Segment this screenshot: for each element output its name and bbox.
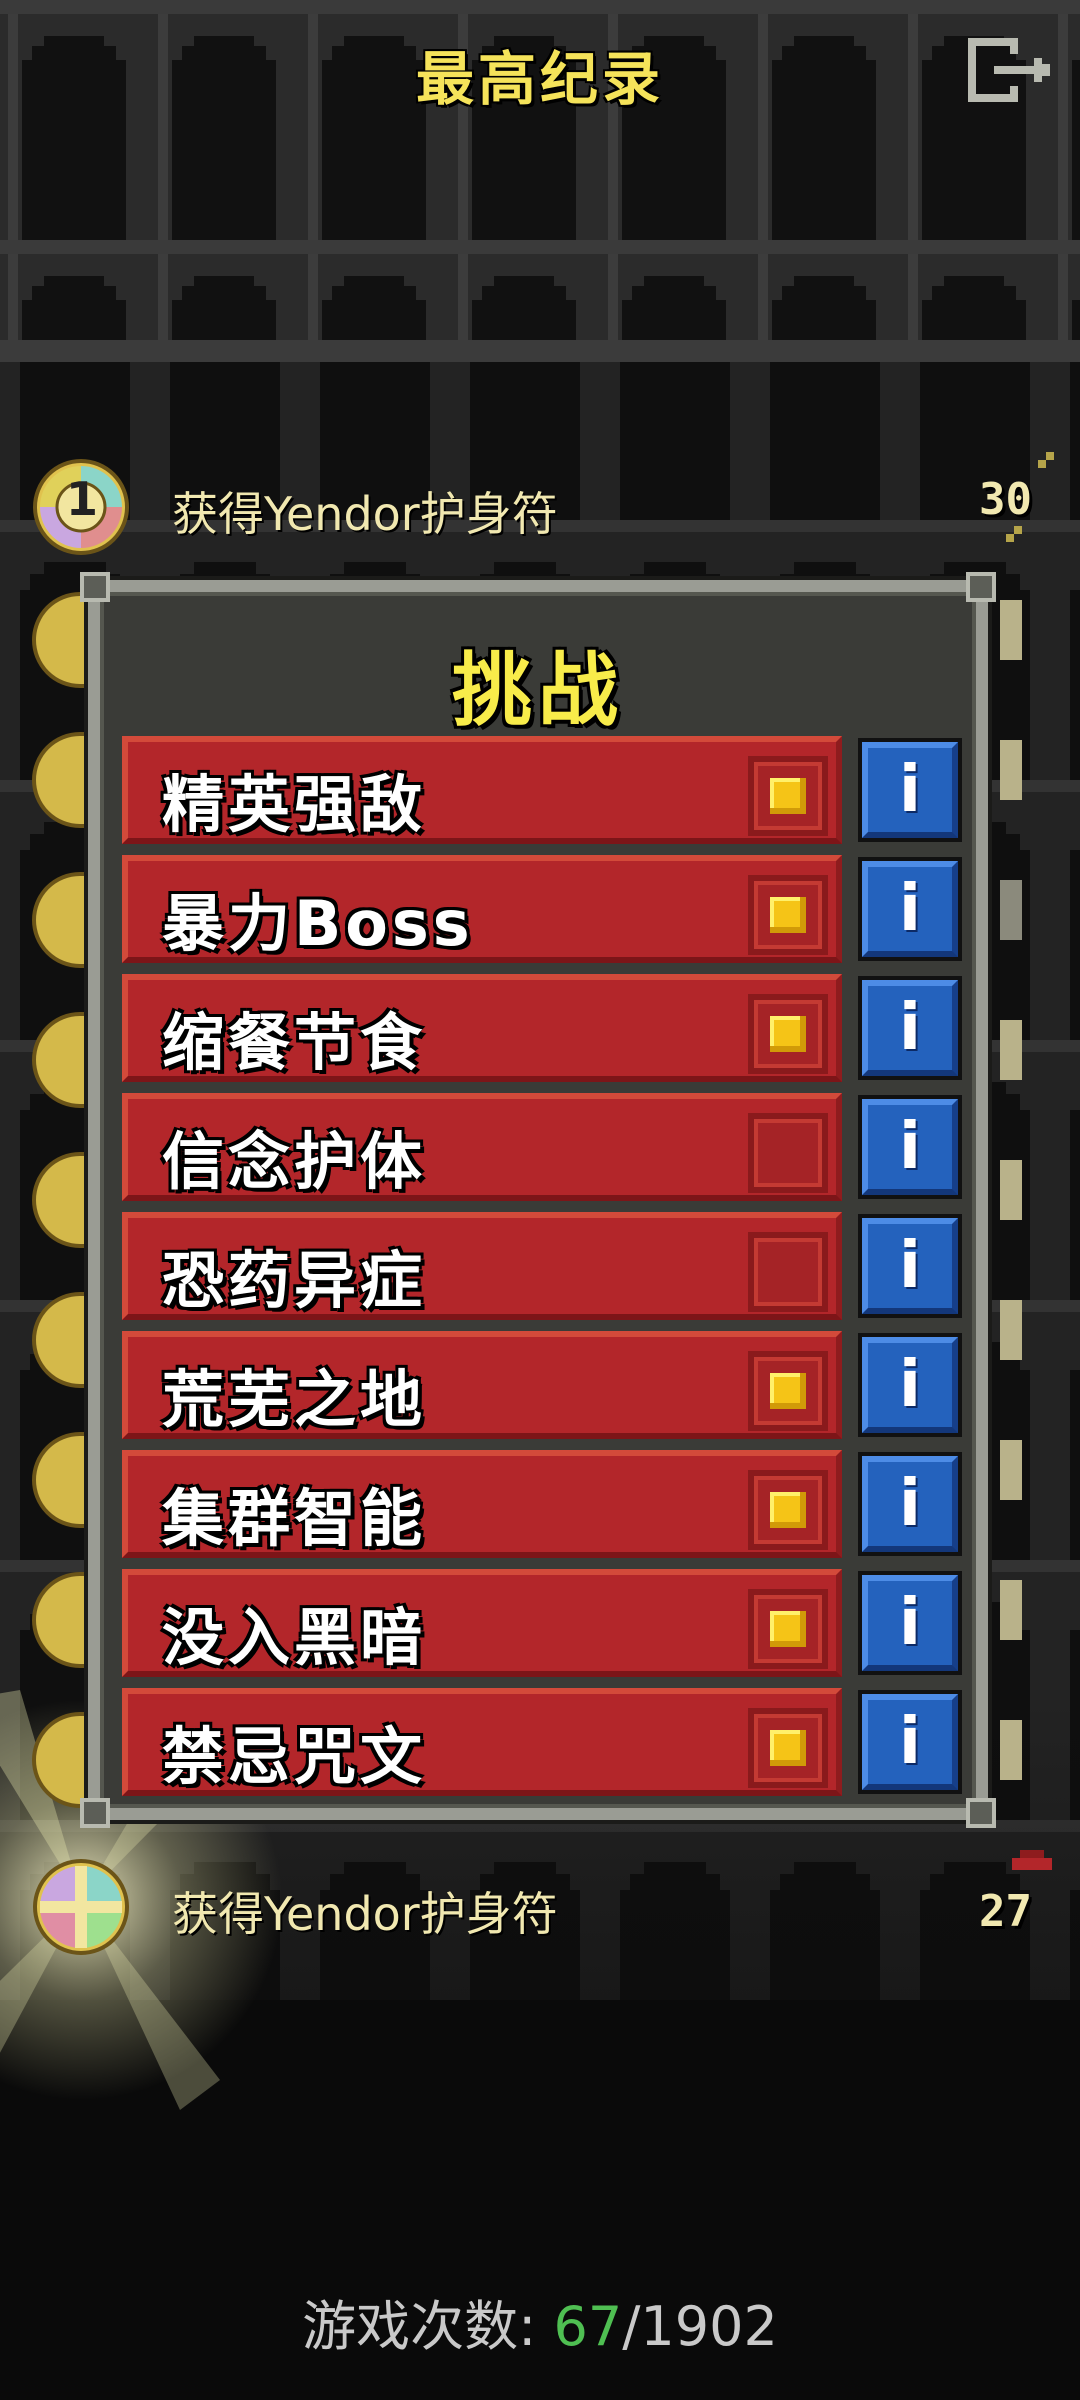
info-button[interactable]: i [862, 1575, 958, 1671]
checked-icon [770, 1016, 806, 1052]
challenge-checkbox[interactable] [748, 1708, 828, 1788]
challenge-row: 没入黑暗 i [122, 1569, 962, 1677]
info-icon: i [899, 1586, 921, 1660]
challenge-toggle-button[interactable]: 恐药异症 [122, 1212, 842, 1320]
challenge-checkbox[interactable] [748, 875, 828, 955]
dialog-corner [80, 572, 110, 602]
challenge-checkbox[interactable] [748, 994, 828, 1074]
info-button[interactable]: i [862, 861, 958, 957]
challenge-toggle-button[interactable]: 信念护体 [122, 1093, 842, 1201]
challenge-toggle-button[interactable]: 精英强敌 [122, 736, 842, 844]
rank-number: 1 [66, 472, 99, 526]
challenge-toggle-button[interactable]: 暴力Boss [122, 855, 842, 963]
record-score: 30 [979, 474, 1032, 525]
challenges-dialog: 挑战 精英强敌 i 暴力Boss i 缩餐节食 i 信念护体 i 恐药异症 i … [80, 572, 996, 1828]
info-button[interactable]: i [862, 1456, 958, 1552]
checked-icon [770, 778, 806, 814]
challenge-label: 精英强敌 [162, 768, 427, 841]
challenge-label: 没入黑暗 [162, 1601, 427, 1674]
info-button[interactable]: i [862, 742, 958, 838]
info-button[interactable]: i [862, 980, 958, 1076]
challenge-label: 荒芜之地 [162, 1363, 427, 1436]
challenge-checkbox[interactable] [748, 1470, 828, 1550]
info-button[interactable]: i [862, 1337, 958, 1433]
challenge-row: 集群智能 i [122, 1450, 962, 1558]
info-icon: i [899, 1229, 921, 1303]
checked-icon [770, 1373, 806, 1409]
hidden-record-badges [32, 592, 92, 1822]
record-text: 获得Yendor护身符 [172, 1887, 558, 1941]
info-button[interactable]: i [862, 1099, 958, 1195]
record-score: 27 [979, 1886, 1032, 1937]
games-total-count: /1902 [622, 2295, 778, 2358]
record-row[interactable]: 获得Yendor护身符 27 [0, 1850, 1080, 1960]
dialog-title: 挑战 [452, 644, 624, 737]
info-icon: i [899, 872, 921, 946]
challenge-row: 精英强敌 i [122, 736, 962, 844]
dialog-corner [80, 1798, 110, 1828]
challenge-toggle-button[interactable]: 荒芜之地 [122, 1331, 842, 1439]
challenge-row: 荒芜之地 i [122, 1331, 962, 1439]
challenge-label: 暴力Boss [162, 887, 474, 960]
challenge-checkbox[interactable] [748, 1232, 828, 1312]
info-icon: i [899, 753, 921, 827]
dialog-corner [966, 1798, 996, 1828]
info-icon: i [899, 1467, 921, 1541]
info-icon: i [899, 1705, 921, 1779]
info-button[interactable]: i [862, 1218, 958, 1314]
challenge-checkbox[interactable] [748, 756, 828, 836]
challenge-label: 缩餐节食 [162, 1006, 427, 1079]
games-won-count: 67 [553, 2295, 623, 2358]
challenge-label: 信念护体 [162, 1125, 427, 1198]
challenge-checkbox[interactable] [748, 1113, 828, 1193]
checked-icon [770, 897, 806, 933]
challenge-row: 缩餐节食 i [122, 974, 962, 1082]
exit-icon[interactable] [964, 34, 1060, 106]
challenge-row: 暴力Boss i [122, 855, 962, 963]
challenge-row: 信念护体 i [122, 1093, 962, 1201]
record-row[interactable]: 1 获得Yendor护身符 30 [0, 450, 1080, 560]
amulet-badge-icon [33, 1859, 129, 1955]
challenge-row: 恐药异症 i [122, 1212, 962, 1320]
challenge-toggle-button[interactable]: 集群智能 [122, 1450, 842, 1558]
challenge-checkbox[interactable] [748, 1351, 828, 1431]
checked-icon [770, 1611, 806, 1647]
info-icon: i [899, 1348, 921, 1422]
info-button[interactable]: i [862, 1694, 958, 1790]
checked-icon [770, 1492, 806, 1528]
info-icon: i [899, 1110, 921, 1184]
dialog-corner [966, 572, 996, 602]
challenge-row: 禁忌咒文 i [122, 1688, 962, 1796]
games-played-label: 游戏次数: [302, 2295, 537, 2358]
challenge-label: 恐药异症 [162, 1244, 427, 1317]
hidden-record-scores [1000, 600, 1040, 1800]
challenge-checkbox[interactable] [748, 1589, 828, 1669]
checked-icon [770, 1730, 806, 1766]
games-played: 游戏次数: 67/1902 [0, 2282, 1080, 2361]
challenge-toggle-button[interactable]: 缩餐节食 [122, 974, 842, 1082]
challenge-label: 集群智能 [162, 1482, 427, 1555]
page-title: 最高纪录 [415, 45, 664, 113]
challenge-toggle-button[interactable]: 没入黑暗 [122, 1569, 842, 1677]
info-icon: i [899, 991, 921, 1065]
record-text: 获得Yendor护身符 [172, 487, 558, 541]
challenge-toggle-button[interactable]: 禁忌咒文 [122, 1688, 842, 1796]
challenge-label: 禁忌咒文 [162, 1720, 427, 1793]
